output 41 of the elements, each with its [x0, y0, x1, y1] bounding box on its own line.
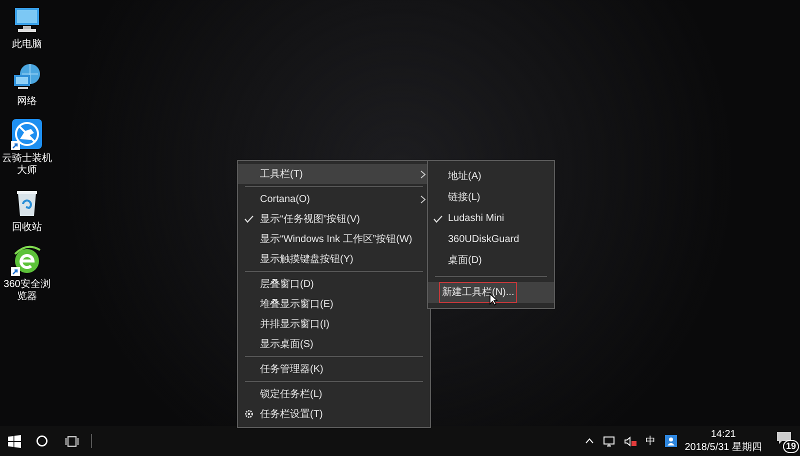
checkmark-icon	[244, 215, 254, 223]
menu-item[interactable]: 并排显示窗口(I)	[238, 314, 430, 334]
input-method-indicator[interactable]: 中	[646, 434, 656, 448]
menu-item[interactable]: Ludashi Mini	[428, 208, 554, 229]
menu-item[interactable]: 桌面(D)	[428, 250, 554, 271]
menu-item[interactable]: 堆叠显示窗口(E)	[238, 294, 430, 314]
cortana-circle-icon[interactable]	[36, 435, 48, 447]
desktop-icon-label[interactable]: 云骑士装机大师	[0, 153, 54, 177]
horse-rider-icon	[11, 118, 43, 150]
menu-item[interactable]: 地址(A)	[428, 166, 554, 187]
network-monitor-icon[interactable]	[602, 436, 615, 446]
speaker-icon[interactable]	[624, 436, 637, 446]
menu-item[interactable]: 显示触摸键盘按钮(Y)	[238, 249, 430, 269]
menu-item[interactable]: 工具栏(T)	[238, 164, 430, 184]
desktop-icon-label[interactable]: 此电脑	[12, 39, 42, 51]
menu-item[interactable]: 任务管理器(K)	[238, 359, 430, 379]
user-icon[interactable]	[664, 435, 677, 447]
clock-time: 14:21	[710, 428, 736, 441]
menu-item[interactable]: 层叠窗口(D)	[238, 274, 430, 294]
settings-icon	[244, 409, 254, 419]
menu-item[interactable]: Cortana(O)	[238, 189, 430, 209]
menu-item[interactable]: 链接(L)	[428, 187, 554, 208]
menu-item[interactable]: 显示桌面(S)	[238, 334, 430, 354]
menu-item[interactable]: 锁定任务栏(L)	[238, 384, 430, 404]
menu-item[interactable]: 显示“Windows Ink 工作区”按钮(W)	[238, 229, 430, 249]
task-view-icon[interactable]	[65, 436, 79, 446]
chevron-right-icon	[420, 170, 426, 178]
desktop-icon-label[interactable]: 网络	[17, 96, 37, 108]
desktop-icon-label[interactable]: 360安全浏览器	[0, 279, 54, 303]
windows-start-icon[interactable]	[8, 434, 20, 448]
clock-date: 2018/5/31 星期四	[684, 441, 762, 454]
notification-count-badge: 19	[782, 440, 799, 453]
chevron-right-icon	[420, 194, 426, 204]
clock[interactable]: 14:21 2018/5/31 星期四	[684, 428, 762, 454]
chevron-up-icon[interactable]	[584, 438, 594, 444]
menu-item[interactable]: 360UDiskGuard	[428, 229, 554, 250]
checkmark-icon	[433, 214, 443, 222]
menu-item[interactable]: 显示“任务视图”按钮(V)	[238, 209, 430, 229]
menu-item[interactable]: 新建工具栏(N)...	[428, 282, 554, 303]
desktop-icon-label[interactable]: 回收站	[12, 222, 42, 234]
menu-item[interactable]: 任务栏设置(T)	[238, 404, 430, 424]
